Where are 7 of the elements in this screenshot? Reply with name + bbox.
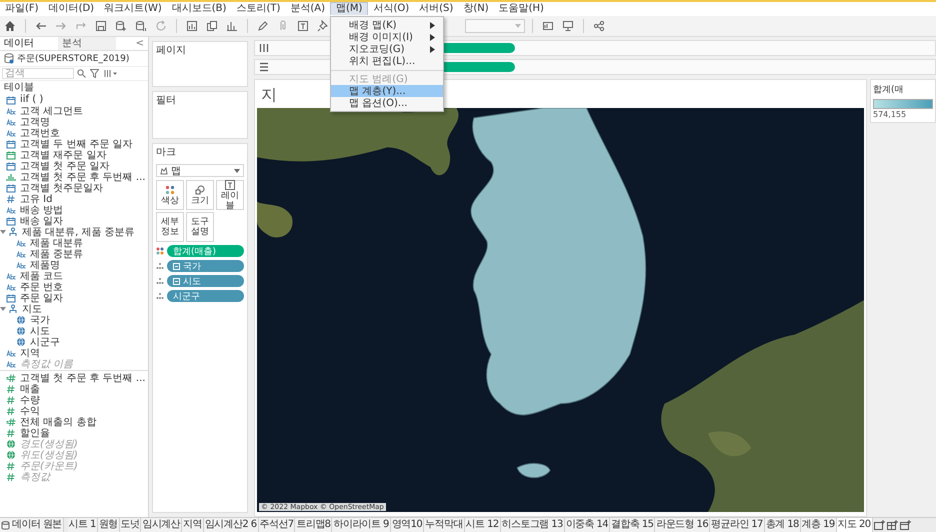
legend-title: 합계(매 xyxy=(873,84,905,96)
card-title: 페이지 xyxy=(156,45,187,57)
legend-value: 574,155 xyxy=(873,110,908,119)
card-title: 필터 xyxy=(156,95,177,107)
section-heading: 테이블 xyxy=(3,81,35,94)
sheet-title: 지 xyxy=(260,84,278,106)
card-title: 마크 xyxy=(156,147,177,159)
